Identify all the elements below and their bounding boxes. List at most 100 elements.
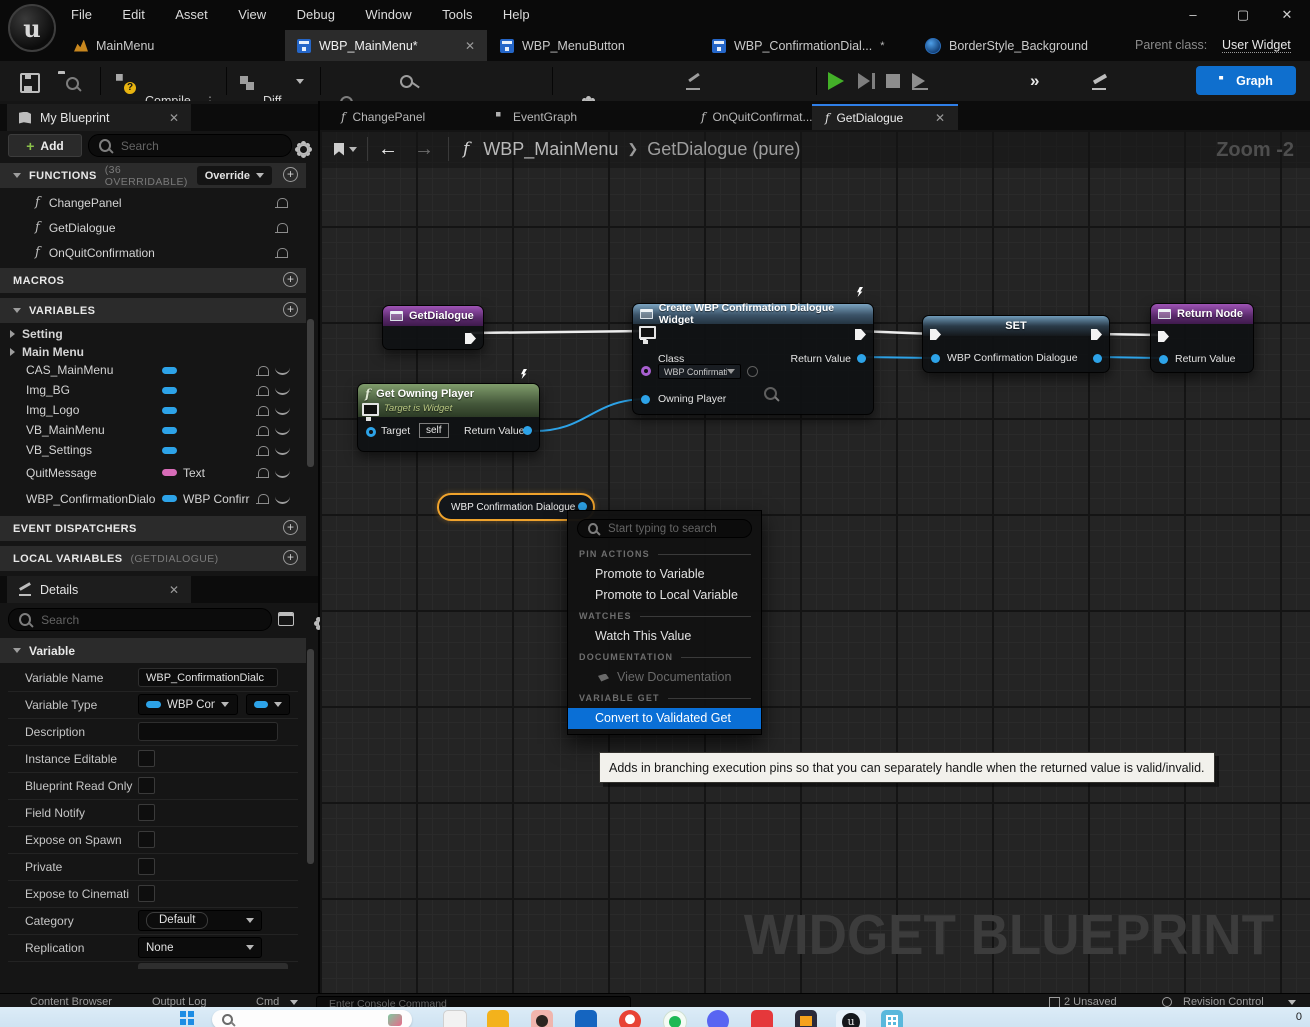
- graph-tab-eventgraph[interactable]: EventGraph: [483, 104, 590, 130]
- add-function-icon[interactable]: +: [283, 167, 298, 182]
- menu-item-watch-this-value[interactable]: Watch This Value: [568, 626, 761, 647]
- menu-item-convert-to-validated-get[interactable]: Convert to Validated Get: [568, 708, 761, 729]
- breadcrumb-root[interactable]: WBP_MainMenu: [483, 139, 618, 160]
- unreal-engine-logo-icon[interactable]: u: [8, 4, 56, 52]
- add-macro-icon[interactable]: +: [283, 272, 298, 287]
- variable-row[interactable]: CAS_MainMenu: [0, 360, 306, 380]
- details-scrollbar[interactable]: [307, 649, 314, 864]
- expose-on-spawn-checkbox[interactable]: [138, 831, 155, 848]
- context-search-input[interactable]: [606, 521, 741, 536]
- variable-row[interactable]: WBP_ConfirmationDialo WBP Confirr: [0, 488, 306, 509]
- menu-debug[interactable]: Debug: [284, 0, 348, 30]
- node-return[interactable]: Return Node Return Value: [1150, 303, 1254, 373]
- exec-output-pin[interactable]: [855, 329, 866, 340]
- private-checkbox[interactable]: [138, 858, 155, 875]
- variable-type-dropdown[interactable]: WBP Con: [138, 694, 238, 715]
- menu-item-promote-to-local-variable[interactable]: Promote to Local Variable: [568, 585, 761, 606]
- tab-close-icon[interactable]: ✕: [169, 583, 179, 597]
- save-icon[interactable]: [20, 73, 40, 93]
- variables-section-header[interactable]: VARIABLES: [0, 298, 306, 323]
- tab-close-icon[interactable]: ✕: [169, 111, 179, 125]
- variable-category-setting[interactable]: Setting: [0, 325, 306, 342]
- my-blueprint-tab[interactable]: My Blueprint ✕: [7, 104, 191, 131]
- cmd-dropdown[interactable]: Cmd: [256, 994, 279, 1008]
- graph-tab-changepanel[interactable]: f ChangePanel: [328, 104, 438, 130]
- details-search-input[interactable]: [39, 611, 261, 628]
- parent-class-link[interactable]: User Widget: [1222, 38, 1291, 53]
- menu-item-view-documentation[interactable]: View Documentation: [568, 667, 761, 688]
- play-to-icon[interactable]: [912, 73, 928, 90]
- bell-icon[interactable]: [256, 445, 269, 456]
- bell-icon[interactable]: [256, 385, 269, 396]
- nav-forward-icon[interactable]: →: [414, 138, 434, 161]
- menu-edit[interactable]: Edit: [109, 0, 157, 30]
- menu-view[interactable]: View: [225, 0, 279, 30]
- bell-icon[interactable]: [256, 365, 269, 376]
- add-event-dispatcher-icon[interactable]: +: [283, 520, 298, 535]
- eye-closed-icon[interactable]: [275, 365, 290, 375]
- tab-wbp-confirmationdialogue[interactable]: WBP_ConfirmationDial... *: [700, 30, 897, 61]
- description-field[interactable]: [138, 722, 278, 741]
- bell-icon[interactable]: [256, 405, 269, 416]
- eye-closed-icon[interactable]: [275, 445, 290, 455]
- windows-start-icon[interactable]: [180, 1011, 194, 1025]
- return-value-output-pin[interactable]: [523, 426, 532, 435]
- stop-icon[interactable]: [886, 74, 900, 88]
- value-input-pin[interactable]: [931, 354, 940, 363]
- variable-row[interactable]: Img_BG: [0, 380, 306, 400]
- nav-back-icon[interactable]: ←: [378, 138, 398, 161]
- blueprint-graph-canvas[interactable]: ← → f WBP_MainMenu ❯ GetDialogue (pure) …: [320, 130, 1310, 993]
- bell-icon[interactable]: [275, 223, 288, 233]
- bell-icon[interactable]: [256, 468, 269, 478]
- owning-player-input-pin[interactable]: [641, 395, 650, 404]
- my-blueprint-search[interactable]: [88, 134, 292, 157]
- display-filter-icon[interactable]: [278, 612, 294, 626]
- eye-closed-icon[interactable]: [275, 494, 290, 504]
- graph-tab-getdialogue[interactable]: f GetDialogue ✕: [812, 104, 958, 130]
- function-row-getdialogue[interactable]: f GetDialogue: [0, 216, 306, 239]
- class-select-dropdown[interactable]: WBP Confirmati: [658, 364, 741, 379]
- taskbar-app-file-explorer[interactable]: [443, 1010, 467, 1027]
- replication-dropdown[interactable]: None: [138, 937, 262, 958]
- container-type-dropdown[interactable]: [246, 694, 290, 715]
- taskbar-app-calculator[interactable]: [881, 1010, 903, 1027]
- node-set-variable[interactable]: SET WBP Confirmation Dialogue: [922, 315, 1110, 373]
- event-dispatchers-section-header[interactable]: EVENT DISPATCHERS: [0, 516, 306, 541]
- target-self-field[interactable]: self: [419, 423, 449, 438]
- eye-closed-icon[interactable]: [275, 468, 290, 478]
- add-local-variable-icon[interactable]: +: [283, 550, 298, 565]
- close-button[interactable]: ✕: [1272, 0, 1302, 30]
- menu-help[interactable]: Help: [490, 0, 543, 30]
- content-browser-button[interactable]: Content Browser: [30, 994, 112, 1008]
- revision-control-button[interactable]: Revision Control: [1183, 994, 1264, 1008]
- field-notify-checkbox[interactable]: [138, 804, 155, 821]
- menu-tools[interactable]: Tools: [429, 0, 485, 30]
- exec-output-pin[interactable]: [465, 333, 476, 344]
- expose-to-cinematics-checkbox[interactable]: [138, 885, 155, 902]
- taskbar-app-chrome[interactable]: [619, 1010, 641, 1027]
- override-dropdown[interactable]: Override: [196, 166, 272, 185]
- taskbar-search[interactable]: [212, 1010, 412, 1027]
- value-output-pin[interactable]: [1093, 354, 1102, 363]
- play-icon[interactable]: [828, 72, 844, 90]
- tab-borderstyle-background[interactable]: BorderStyle_Background: [913, 30, 1100, 61]
- variable-row[interactable]: Img_Logo: [0, 400, 306, 420]
- bell-icon[interactable]: [275, 198, 288, 208]
- bell-icon[interactable]: [275, 248, 288, 258]
- class-input-pin[interactable]: [641, 366, 651, 376]
- taskbar-app-game[interactable]: [795, 1010, 817, 1027]
- variable-category-mainmenu[interactable]: Main Menu: [0, 343, 306, 360]
- toolbar-overflow-icon[interactable]: »: [1030, 61, 1040, 101]
- local-variables-section-header[interactable]: LOCAL VARIABLES (GETDIALOGUE): [0, 546, 306, 571]
- return-value-output-pin[interactable]: [857, 354, 866, 363]
- taskbar-app-screenshot[interactable]: [531, 1010, 553, 1027]
- instance-editable-checkbox[interactable]: [138, 750, 155, 767]
- tab-mainmenu-level[interactable]: MainMenu: [62, 30, 166, 61]
- node-getdialogue-entry[interactable]: GetDialogue: [382, 305, 484, 350]
- minimize-button[interactable]: –: [1178, 0, 1208, 30]
- menu-item-promote-to-variable[interactable]: Promote to Variable: [568, 564, 761, 585]
- eye-closed-icon[interactable]: [275, 385, 290, 395]
- details-tab[interactable]: Details ✕: [7, 576, 191, 603]
- category-dropdown[interactable]: Default: [138, 910, 262, 931]
- graph-tab-onquitconfirmation[interactable]: f OnQuitConfirmat...: [688, 104, 825, 130]
